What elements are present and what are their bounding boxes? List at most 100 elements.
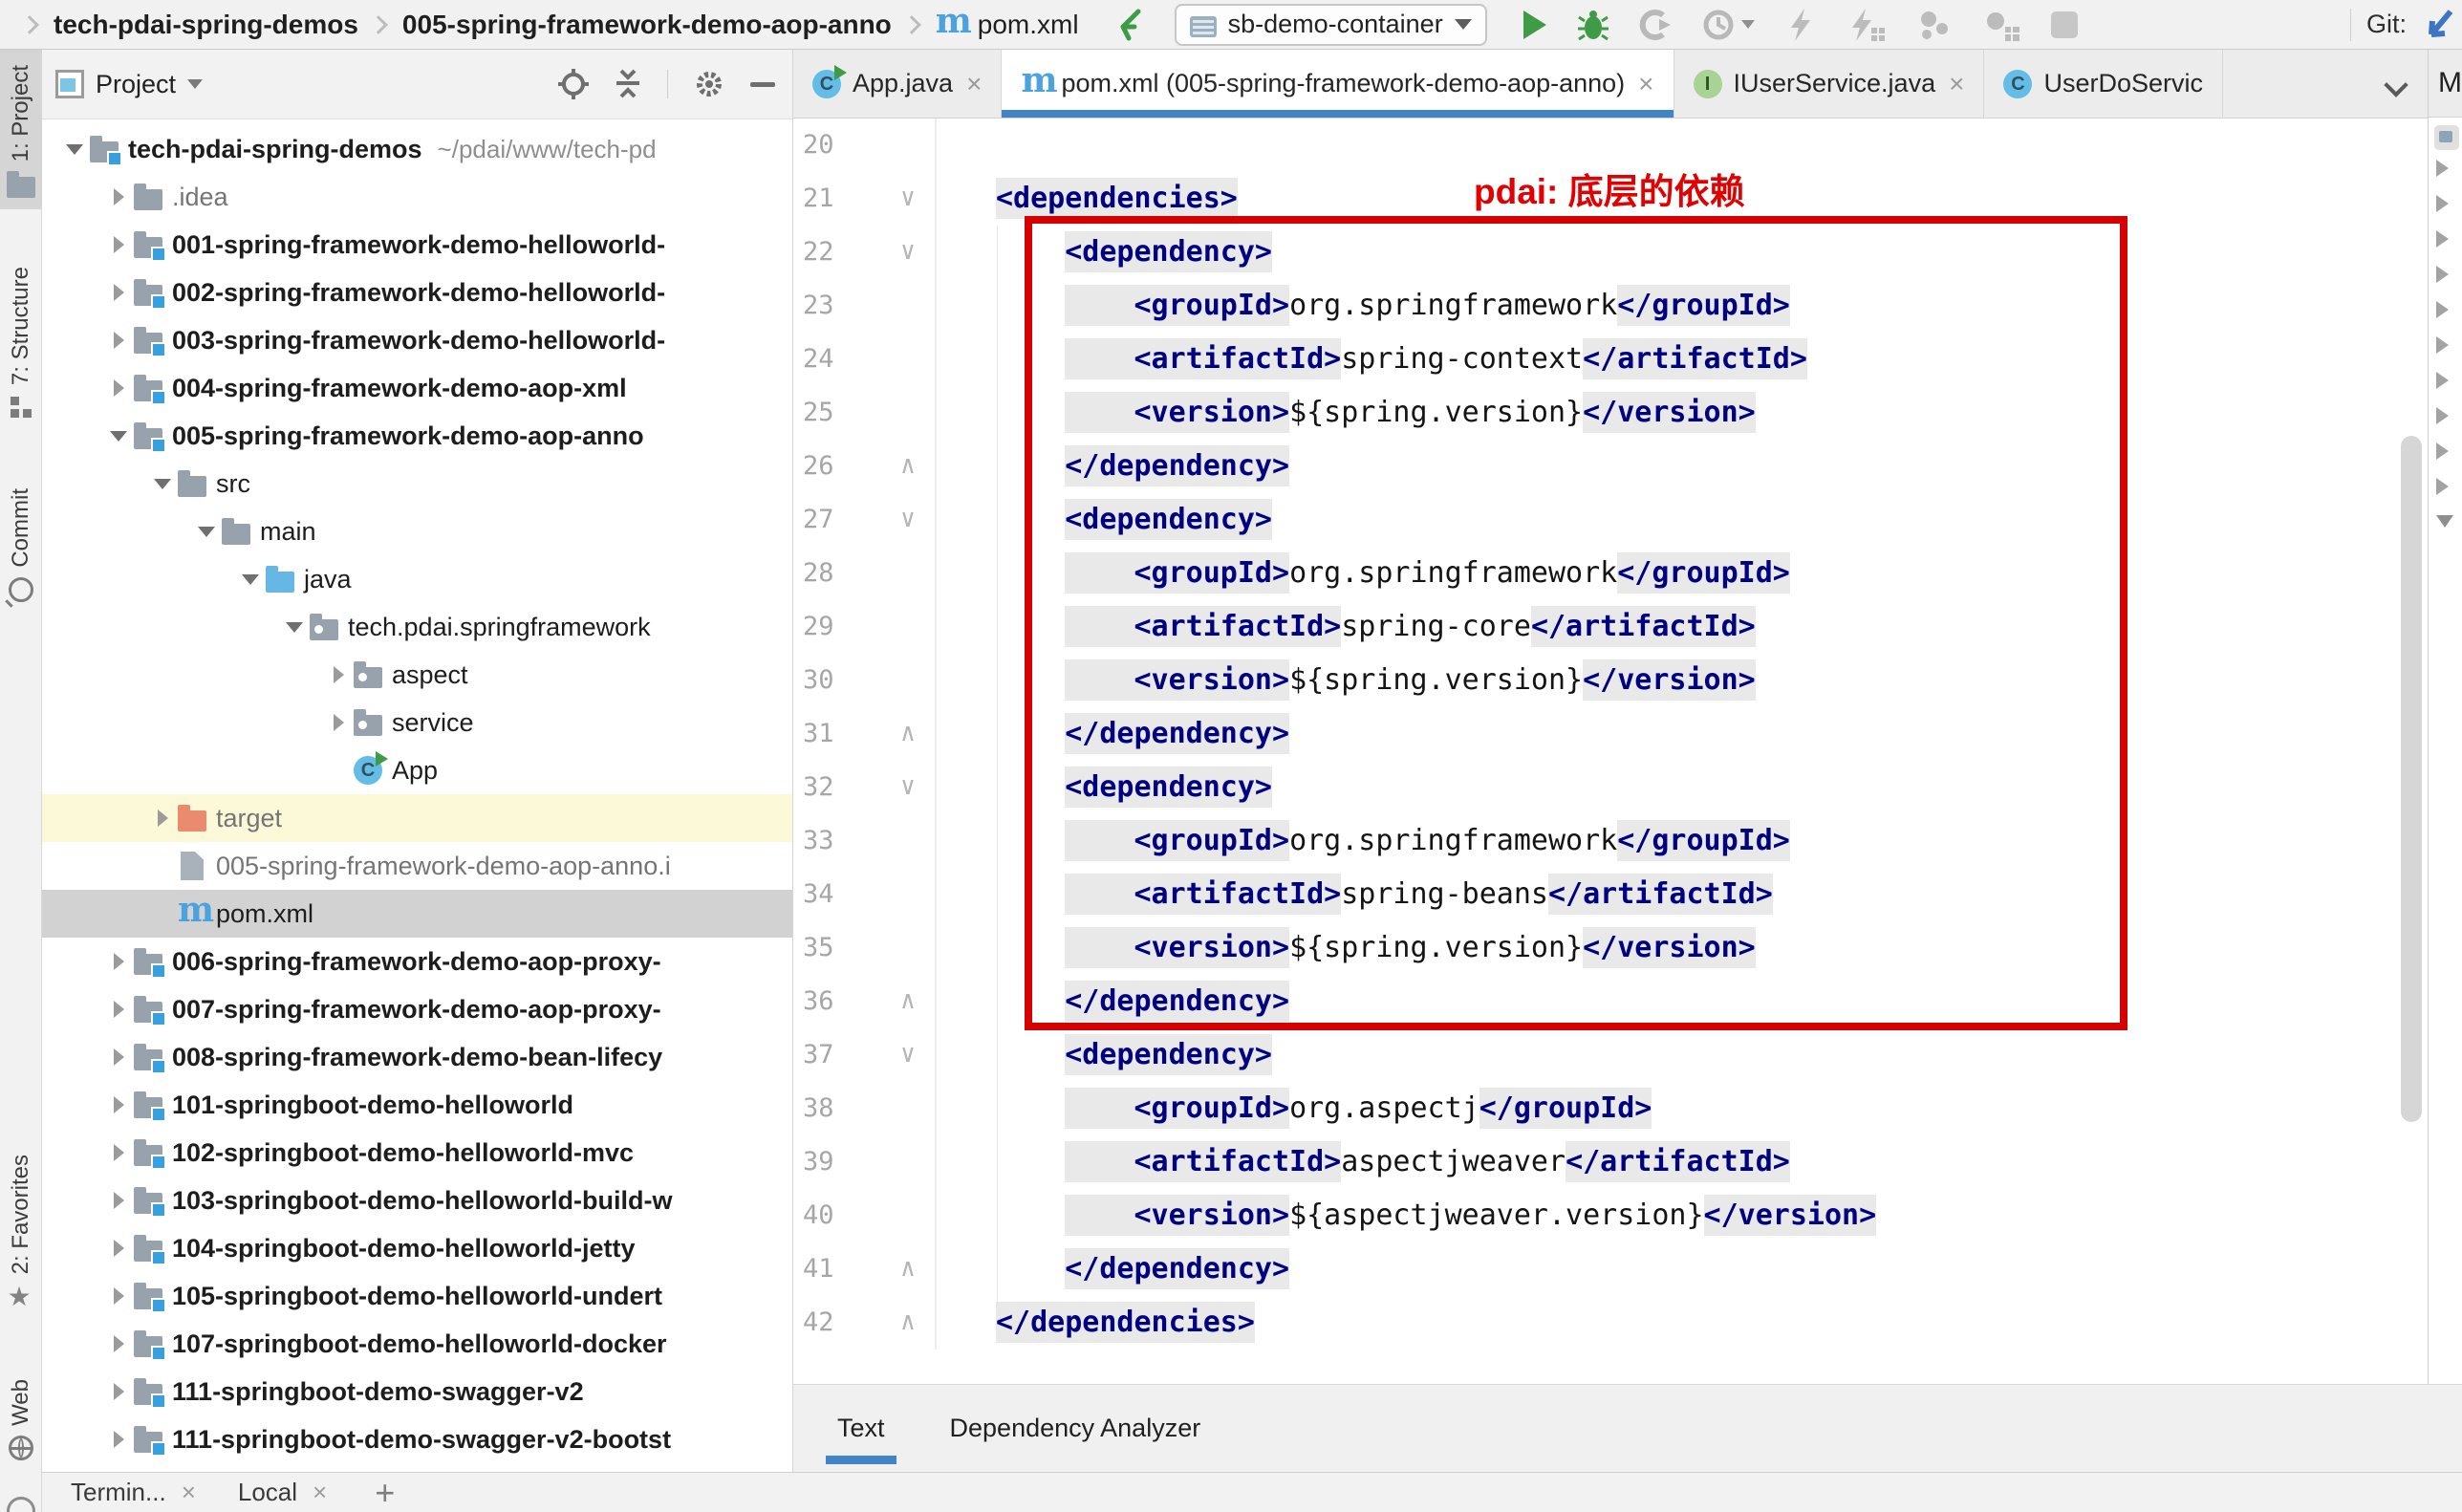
tree-expand-chevron-icon[interactable]	[105, 1287, 132, 1305]
fold-marker-icon[interactable]: ∧	[881, 1296, 935, 1350]
fold-marker-icon[interactable]: ∨	[881, 493, 935, 547]
project-view-selector[interactable]: Project	[96, 70, 176, 99]
tree-row[interactable]: 008-spring-framework-demo-bean-lifecy	[42, 1033, 792, 1081]
tool-window-button[interactable]: Commit	[0, 473, 42, 614]
fold-marker-icon[interactable]	[881, 1135, 935, 1189]
tree-row[interactable]: 003-spring-framework-demo-helloworld-	[42, 316, 792, 364]
git-update-icon[interactable]	[2422, 8, 2454, 42]
tree-row[interactable]: 105-springboot-demo-helloworld-undert	[42, 1272, 792, 1320]
tree-row[interactable]: java	[42, 555, 792, 603]
tool-window-button[interactable]: Web	[0, 1364, 42, 1472]
tree-row[interactable]: 102-springboot-demo-helloworld-mvc	[42, 1129, 792, 1177]
editor-tab[interactable]: IUserService.java×	[1674, 50, 1985, 118]
tree-expand-chevron-icon[interactable]	[149, 479, 176, 489]
tree-row[interactable]: 111-springboot-demo-swagger-v2	[42, 1368, 792, 1415]
tree-row[interactable]: 101-springboot-demo-helloworld	[42, 1081, 792, 1129]
profiler-button[interactable]	[1701, 8, 1755, 42]
code-editor[interactable]: 2021∨<dependencies>22∨ <dependency>23 <g…	[793, 119, 2462, 1384]
breadcrumb-item[interactable]: tech-pdai-spring-demos	[23, 10, 358, 40]
tool-window-button[interactable]: 7: Structure	[0, 251, 42, 431]
stop-button-icon[interactable]	[2051, 11, 2078, 38]
code-line[interactable]: 26∧ </dependency>	[793, 440, 2462, 493]
tree-row[interactable]: 103-springboot-demo-helloworld-build-w	[42, 1177, 792, 1224]
code-line[interactable]: 23 <groupId>org.springframework</groupId…	[793, 279, 2462, 333]
run-button-icon[interactable]	[1520, 9, 1548, 41]
run-configuration-select[interactable]: sb-demo-container	[1175, 4, 1487, 46]
tree-row[interactable]: pom.xml	[42, 890, 792, 938]
new-terminal-button[interactable]: +	[375, 1473, 395, 1512]
maven-item-expand-arrow-icon[interactable]	[2436, 478, 2449, 495]
hide-panel-button[interactable]	[750, 82, 775, 87]
tree-expand-chevron-icon[interactable]	[105, 1335, 132, 1352]
terminal-tab[interactable]: Termin...×	[71, 1478, 196, 1507]
fold-marker-icon[interactable]	[881, 119, 935, 172]
editor-view-tab[interactable]: Text	[831, 1393, 891, 1464]
fold-marker-icon[interactable]: ∧	[881, 440, 935, 493]
profiler-cpu-icon[interactable]	[1915, 8, 1954, 42]
tree-expand-chevron-icon[interactable]	[105, 284, 132, 301]
maven-item-expand-arrow-icon[interactable]	[2436, 336, 2449, 354]
code-line[interactable]: 30 <version>${spring.version}</version>	[793, 654, 2462, 707]
maven-item-expand-arrow-icon[interactable]	[2436, 407, 2449, 424]
fold-marker-icon[interactable]: ∨	[881, 761, 935, 814]
tree-row[interactable]: 007-spring-framework-demo-aop-proxy-	[42, 985, 792, 1033]
code-line[interactable]: 33 <groupId>org.springframework</groupId…	[793, 814, 2462, 868]
tree-row[interactable]: 005-spring-framework-demo-aop-anno.i	[42, 842, 792, 890]
attach-profiler-grid-icon[interactable]	[1846, 7, 1887, 43]
debug-button-icon[interactable]	[1577, 8, 1609, 42]
tree-expand-chevron-icon[interactable]	[281, 622, 308, 633]
editor-tab[interactable]: App.java×	[793, 50, 1002, 118]
gear-icon[interactable]	[693, 68, 725, 100]
tree-row[interactable]: 004-spring-framework-demo-aop-xml	[42, 364, 792, 412]
tree-expand-chevron-icon[interactable]	[105, 1192, 132, 1209]
maven-item-expand-arrow-icon[interactable]	[2436, 301, 2449, 318]
maven-item-expand-arrow-icon[interactable]	[2436, 515, 2453, 528]
tree-row[interactable]: aspect	[42, 651, 792, 699]
chevron-down-icon[interactable]	[187, 79, 203, 89]
tree-expand-chevron-icon[interactable]	[105, 1096, 132, 1113]
tree-expand-chevron-icon[interactable]	[105, 379, 132, 397]
code-line[interactable]: 35 <version>${spring.version}</version>	[793, 921, 2462, 975]
close-tab-icon[interactable]: ×	[966, 69, 982, 99]
tool-window-button[interactable]: 1: Project	[0, 50, 42, 209]
fold-marker-icon[interactable]	[881, 654, 935, 707]
code-line[interactable]: 38 <groupId>org.aspectj</groupId>	[793, 1082, 2462, 1135]
editor-scrollbar[interactable]	[2401, 436, 2422, 1122]
code-line[interactable]: 41∧ </dependency>	[793, 1242, 2462, 1296]
maven-item-expand-arrow-icon[interactable]	[2436, 230, 2449, 248]
tree-expand-chevron-icon[interactable]	[193, 527, 220, 537]
profiler-memory-icon[interactable]	[1982, 8, 2022, 42]
code-line[interactable]: 24 <artifactId>spring-context</artifactI…	[793, 333, 2462, 386]
editor-view-tab[interactable]: Dependency Analyzer	[944, 1393, 1207, 1464]
close-tab-icon[interactable]: ×	[1949, 69, 1964, 99]
tree-expand-chevron-icon[interactable]	[105, 332, 132, 349]
tree-expand-chevron-icon[interactable]	[237, 574, 264, 585]
code-line[interactable]: 22∨ <dependency>	[793, 226, 2462, 279]
fold-marker-icon[interactable]	[881, 386, 935, 440]
code-line[interactable]: 34 <artifactId>spring-beans</artifactId>	[793, 868, 2462, 921]
fold-marker-icon[interactable]: ∨	[881, 172, 935, 226]
code-line[interactable]: 25 <version>${spring.version}</version>	[793, 386, 2462, 440]
tool-window-button[interactable]: 2: Favorites	[0, 1139, 42, 1322]
tree-row[interactable]: service	[42, 699, 792, 746]
maven-reload-button-icon[interactable]	[2434, 125, 2459, 150]
tree-row[interactable]: 111-springboot-demo-swagger-v2-bootst	[42, 1415, 792, 1463]
code-line[interactable]: 29 <artifactId>spring-core</artifactId>	[793, 600, 2462, 654]
breadcrumb-item[interactable]: 005-spring-framework-demo-aop-anno	[372, 10, 892, 40]
fold-marker-icon[interactable]	[881, 333, 935, 386]
tree-expand-chevron-icon[interactable]	[325, 666, 352, 683]
tree-row[interactable]: 006-spring-framework-demo-aop-proxy-	[42, 938, 792, 985]
code-line[interactable]: 37∨ <dependency>	[793, 1028, 2462, 1082]
tree-expand-chevron-icon[interactable]	[105, 953, 132, 970]
tree-expand-chevron-icon[interactable]	[105, 431, 132, 442]
tree-row[interactable]: 107-springboot-demo-helloworld-docker	[42, 1320, 792, 1368]
tree-expand-chevron-icon[interactable]	[105, 1048, 132, 1066]
fold-marker-icon[interactable]	[881, 814, 935, 868]
maven-item-expand-arrow-icon[interactable]	[2436, 372, 2449, 389]
close-tab-icon[interactable]: ×	[1638, 69, 1653, 99]
tree-expand-chevron-icon[interactable]	[105, 236, 132, 253]
cut-off-tool-window-icon[interactable]	[7, 1497, 35, 1512]
tree-expand-chevron-icon[interactable]	[105, 1001, 132, 1018]
tree-expand-chevron-icon[interactable]	[149, 810, 176, 827]
fold-marker-icon[interactable]: ∧	[881, 707, 935, 761]
